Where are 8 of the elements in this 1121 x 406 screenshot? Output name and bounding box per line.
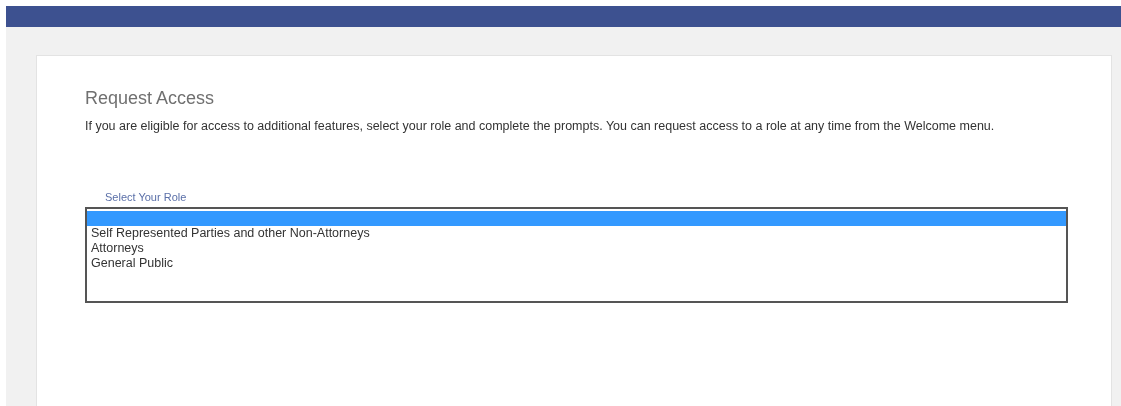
field-label: Select Your Role [105, 190, 188, 204]
role-listbox[interactable]: Self Represented Parties and other Non-Attorneys Attorneys General Public [85, 207, 1068, 303]
page-title: Request Access [85, 87, 216, 110]
intro-text: If you are eligible for access to additional features, select your role and complete the prompts. You can request access to a role at any time from the Welcome menu. [85, 118, 996, 135]
role-option[interactable]: General Public [87, 256, 1066, 271]
role-option[interactable]: Self Represented Parties and other Non-Attorneys [87, 226, 1066, 241]
role-option[interactable]: Attorneys [87, 241, 1066, 256]
role-option[interactable] [87, 211, 1066, 226]
